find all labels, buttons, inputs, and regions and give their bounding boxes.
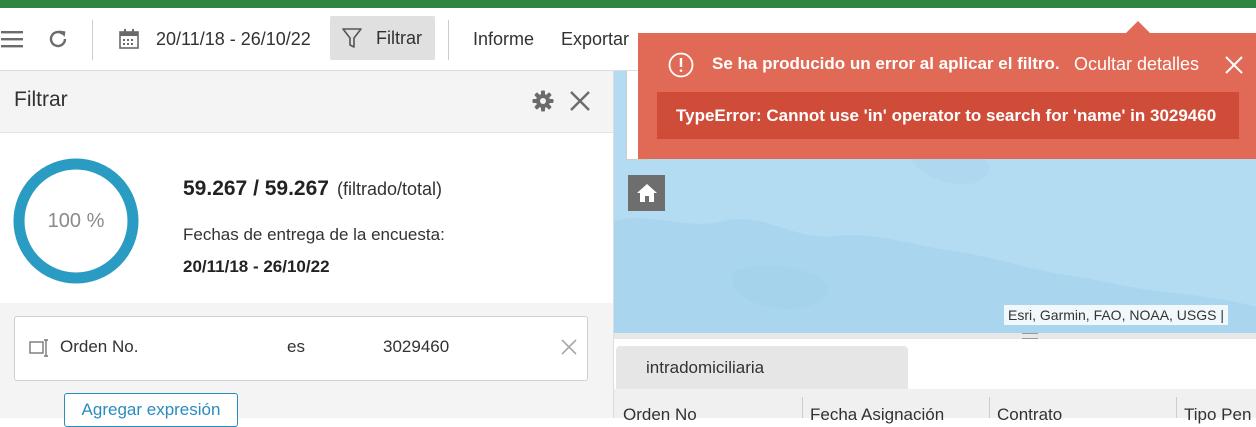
error-detail-text: TypeError: Cannot use 'in' operator to s… — [676, 105, 1217, 125]
tab-intradomiciliaria[interactable]: intradomiciliaria — [616, 346, 908, 389]
record-count: 59.267 / 59.267 (filtrado/total) — [183, 177, 442, 201]
column-divider — [989, 397, 990, 418]
filter-button[interactable]: Filtrar — [330, 16, 435, 60]
report-button[interactable]: Informe — [473, 8, 534, 70]
map-attribution: Esri, Garmin, FAO, NOAA, USGS | — [1004, 305, 1229, 325]
error-message: Se ha producido un error al aplicar el f… — [712, 54, 1060, 73]
filter-stats: 100 % 59.267 / 59.267 (filtrado/total) Fe… — [0, 133, 613, 303]
filter-panel: Filtrar 100 % 59.267 / 59.267 (filtrado/t… — [0, 71, 614, 427]
close-icon[interactable] — [1225, 56, 1243, 74]
error-detail: TypeError: Cannot use 'in' operator to s… — [657, 92, 1239, 139]
hamburger-menu-icon[interactable] — [0, 8, 24, 70]
table-header: Orden No Fecha Asignación Contrato Tipo … — [614, 389, 1256, 424]
date-range-selector[interactable]: 20/11/18 - 26/10/22 — [156, 8, 311, 70]
exclamation-circle-icon — [668, 52, 694, 78]
home-icon — [636, 183, 658, 203]
funnel-filter-icon — [342, 27, 362, 49]
column-header-tipo[interactable]: Tipo Pen — [1184, 405, 1251, 425]
column-header-orden[interactable]: Orden No — [623, 405, 697, 425]
filter-expression[interactable]: Orden No. es 3029460 — [14, 316, 588, 381]
record-count-value: 59.267 / 59.267 — [183, 177, 329, 200]
progress-ring: 100 % — [12, 157, 140, 285]
home-button[interactable] — [628, 175, 665, 211]
toolbar-divider — [92, 20, 93, 60]
column-divider — [802, 397, 803, 418]
filter-panel-header: Filtrar — [0, 71, 613, 133]
expression-operator[interactable]: es — [287, 337, 305, 357]
field-selector-icon[interactable] — [29, 338, 51, 358]
toast-caret — [1126, 21, 1150, 33]
filter-button-label: Filtrar — [376, 27, 422, 48]
column-divider — [1176, 397, 1177, 418]
error-toast: Se ha producido un error al aplicar el f… — [638, 33, 1256, 159]
toolbar-divider — [448, 20, 449, 60]
export-button[interactable]: Exportar — [561, 8, 629, 70]
gear-icon[interactable] — [532, 90, 554, 112]
close-icon[interactable] — [561, 339, 577, 355]
expression-field[interactable]: Orden No. — [60, 337, 138, 357]
record-count-note: (filtrado/total) — [336, 179, 443, 199]
dates-value: 20/11/18 - 26/10/22 — [183, 257, 330, 276]
column-header-fecha-asignacion[interactable]: Fecha Asignación — [810, 405, 944, 425]
close-icon[interactable] — [569, 90, 591, 112]
add-expression-button[interactable]: Agregar expresión — [64, 393, 238, 427]
dates-label: Fechas de entrega de la encuesta: — [183, 225, 445, 244]
panel-title: Filtrar — [14, 88, 68, 111]
calendar-icon[interactable] — [116, 8, 142, 70]
progress-percent: 100 % — [47, 209, 105, 232]
column-header-contrato[interactable]: Contrato — [997, 405, 1062, 425]
app-top-stripe — [0, 0, 1256, 8]
hide-details-link[interactable]: Ocultar detalles — [1074, 54, 1199, 75]
expression-value[interactable]: 3029460 — [383, 337, 449, 357]
refresh-icon[interactable] — [44, 8, 72, 70]
tab-label: intradomiciliaria — [646, 358, 765, 377]
